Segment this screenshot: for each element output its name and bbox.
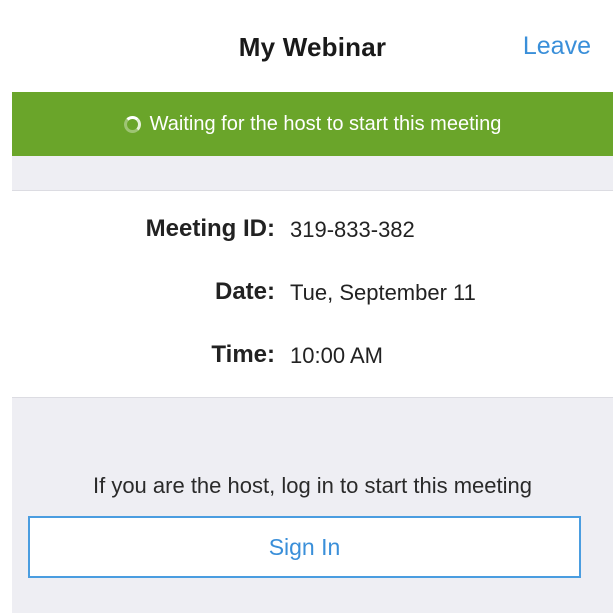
host-prompt-text: If you are the host, log in to start thi… bbox=[92, 473, 532, 498]
header-bar: My Webinar Leave bbox=[12, 0, 613, 92]
status-banner: Waiting for the host to start this meeti… bbox=[12, 92, 613, 156]
meeting-id-row: Meeting ID: 319-833-382 bbox=[12, 215, 613, 255]
meeting-id-label: Meeting ID: bbox=[145, 215, 275, 242]
leave-button[interactable]: Leave bbox=[523, 32, 591, 61]
sign-in-button[interactable]: Sign In bbox=[28, 516, 581, 578]
date-label: Date: bbox=[214, 278, 275, 305]
section-divider bbox=[12, 156, 613, 191]
spinner-icon bbox=[123, 115, 141, 133]
meeting-id-value: 319-833-382 bbox=[290, 217, 415, 242]
status-text: Waiting for the host to start this meeti… bbox=[149, 112, 502, 135]
date-value: Tue, September 11 bbox=[290, 280, 476, 305]
date-row: Date: Tue, September 11 bbox=[12, 278, 613, 318]
host-signin-section: If you are the host, log in to start thi… bbox=[12, 398, 613, 613]
meeting-details: Meeting ID: 319-833-382 Date: Tue, Septe… bbox=[12, 191, 613, 398]
time-value: 10:00 AM bbox=[290, 343, 383, 368]
time-row: Time: 10:00 AM bbox=[12, 341, 613, 381]
time-label: Time: bbox=[211, 341, 275, 368]
webinar-waiting-screen: My Webinar Leave Waiting for the host to… bbox=[0, 0, 613, 613]
